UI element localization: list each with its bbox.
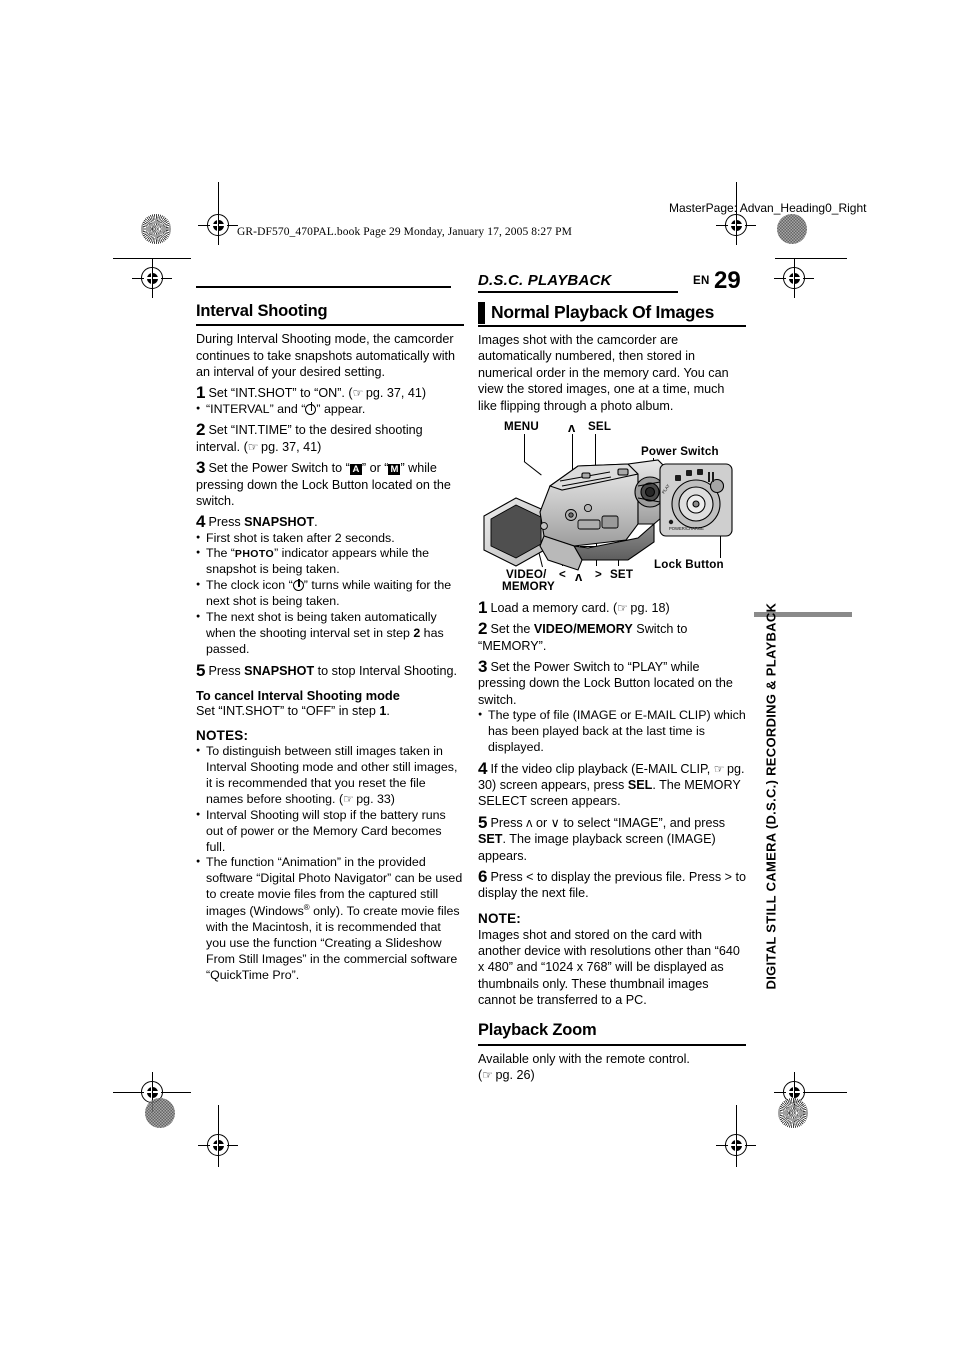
- running-head: D.S.C. PLAYBACK EN 29: [196, 267, 756, 298]
- step-2: 2 Set “INT.TIME” to the desired shooting …: [196, 421, 464, 455]
- cancel-interval-heading: To cancel Interval Shooting mode: [196, 687, 400, 703]
- heading-rule: [196, 324, 464, 327]
- heading-playback-zoom: Playback Zoom: [478, 1021, 597, 1040]
- step-4-bullets: First shot is taken after 2 seconds. The…: [196, 531, 464, 658]
- list-item: Interval Shooting will stop if the batte…: [196, 808, 464, 856]
- registration-mark-bottom-left-2: [198, 1125, 238, 1165]
- video-memory-switch-ref: VIDEO/MEMORY: [533, 622, 633, 637]
- heading-rule: [478, 1043, 746, 1046]
- snapshot-button-ref: SNAPSHOT: [244, 663, 315, 678]
- step-4: 4 If the video clip playback (E-MAIL CLIP…: [478, 758, 745, 809]
- playback-zoom-text: Available only with the remote control.(…: [478, 1051, 690, 1082]
- color-target-top-right: [777, 214, 807, 244]
- page-ref-icon: ☞: [352, 386, 364, 401]
- note-heading: NOTE:: [478, 910, 521, 926]
- step-3: 3 Set the Power Switch to “A” or “M” whil…: [196, 458, 451, 508]
- manual-page: D.S.C. PLAYBACK EN 29 Interval Shooting …: [196, 267, 756, 1082]
- page-ref-icon: ☞: [713, 761, 725, 776]
- registration-mark-bottom-right-2: [716, 1125, 756, 1165]
- step-number: 4: [196, 512, 206, 532]
- registration-mark-top-left: [198, 205, 238, 245]
- page-ref-icon: ☞: [482, 1067, 493, 1082]
- note-text: Images shot and stored on the card with …: [478, 927, 740, 1008]
- clock-icon: [305, 402, 317, 415]
- color-target-bottom-right: [778, 1098, 808, 1128]
- section-title: D.S.C. PLAYBACK: [478, 272, 612, 289]
- color-target-bottom-left: [145, 1098, 175, 1128]
- registration-mark-top-right-2: [774, 258, 814, 298]
- step-text: Set “INT.SHOT” to “ON”. (: [208, 386, 353, 401]
- step-number: 3: [196, 458, 206, 478]
- list-item: “INTERVAL” and “” appear.: [196, 402, 464, 418]
- step-1-bullets: “INTERVAL” and “” appear.: [196, 402, 464, 418]
- side-tab-label: DIGITAL STILL CAMERA (D.S.C.) RECORDING …: [763, 602, 779, 990]
- normal-playback-intro: Images shot with the camcorder are autom…: [478, 333, 729, 413]
- step-3-bullets: The type of file (IMAGE or E-MAIL CLIP) …: [478, 708, 746, 756]
- heading-interval-shooting: Interval Shooting: [196, 302, 328, 320]
- book-slug-line: GR-DF570_470PAL.book Page 29 Monday, Jan…: [237, 226, 572, 238]
- step-number: 1: [196, 383, 206, 403]
- step-number: 1: [478, 597, 488, 617]
- page-number: 29: [714, 267, 741, 294]
- snapshot-button-ref: SNAPSHOT: [244, 515, 315, 530]
- list-item: The clock icon “” turns while waiting fo…: [196, 578, 464, 610]
- step-text-cont: pg. 37, 41): [257, 439, 322, 454]
- masterpage-label: MasterPage: Advan_Heading0_Right: [669, 201, 867, 215]
- list-item: First shot is taken after 2 seconds.: [196, 531, 464, 547]
- left-column: Interval Shooting During Interval Shooti…: [196, 302, 464, 984]
- running-head-rule-right: [478, 291, 678, 294]
- side-tab: DIGITAL STILL CAMERA (D.S.C.) RECORDING …: [754, 602, 852, 1002]
- page-ref-icon: ☞: [247, 439, 259, 454]
- manual-mode-icon: M: [388, 464, 401, 476]
- step-number: 3: [478, 657, 488, 676]
- notes-list: To distinguish between still images take…: [196, 744, 464, 983]
- list-item: The “PHOTO” indicator appears while the …: [196, 546, 464, 578]
- heading-rule: [478, 325, 746, 328]
- step-1: 1 Load a memory card. (☞ pg. 18): [478, 597, 670, 617]
- list-item: The type of file (IMAGE or E-MAIL CLIP) …: [478, 708, 746, 756]
- heading-normal-playback: Normal Playback Of Images: [478, 302, 746, 325]
- step-number: 4: [478, 758, 488, 778]
- photo-indicator-icon: PHOTO: [234, 548, 275, 561]
- clock-icon: [292, 578, 304, 592]
- cancel-interval-text: Set “INT.SHOT” to “OFF” in step 1.: [196, 703, 390, 718]
- step-6: 6 Press < to display the previous file. P…: [478, 866, 746, 901]
- step-5: 5 Press ʌ or ∨ to select “IMAGE”, and pre…: [478, 812, 726, 863]
- step-number: 2: [196, 420, 206, 440]
- step-number: 5: [196, 660, 206, 680]
- step-number: 2: [478, 619, 488, 639]
- step-4: 4 Press SNAPSHOT.: [196, 512, 318, 532]
- step-5: 5 Press SNAPSHOT to stop Interval Shootin…: [196, 660, 457, 680]
- list-item: To distinguish between still images take…: [196, 744, 464, 808]
- step-3: 3 Set the Power Switch to “PLAY” while pr…: [478, 657, 733, 707]
- camcorder-illustration: PLAY POWER/CHARGE: [483, 459, 733, 571]
- page-ref-icon: ☞: [343, 791, 354, 806]
- right-column: Normal Playback Of Images Images shot wi…: [478, 302, 746, 1083]
- running-head-rule-left: [196, 286, 451, 289]
- step-text-cont: pg. 37, 41): [362, 386, 427, 401]
- interval-shooting-intro: During Interval Shooting mode, the camco…: [196, 332, 456, 379]
- list-item: The function “Animation” in the provided…: [196, 855, 464, 983]
- sel-button-ref: SEL: [627, 778, 653, 793]
- color-target-top-left: [141, 214, 171, 244]
- list-item: The next shot is being taken automatical…: [196, 610, 464, 658]
- auto-mode-icon: A: [349, 464, 362, 476]
- svg-text:POWER/CHARGE: POWER/CHARGE: [669, 526, 704, 531]
- registration-mark-top-left-2: [132, 258, 172, 298]
- page-ref-icon: ☞: [617, 600, 628, 615]
- step-1: 1 Set “INT.SHOT” to “ON”. (☞ pg. 37, 41): [196, 384, 464, 401]
- step-number: 5: [478, 812, 488, 832]
- notes-heading: NOTES:: [196, 728, 249, 744]
- step-2: 2 Set the VIDEO/MEMORY Switch to “MEMORY”…: [478, 619, 688, 653]
- set-button-ref: SET: [478, 832, 503, 847]
- step-number: 6: [478, 866, 488, 886]
- language-code: EN: [693, 275, 710, 287]
- camcorder-diagram: MENU ʌ SEL Power Switch Lock Button VIDE…: [478, 420, 746, 595]
